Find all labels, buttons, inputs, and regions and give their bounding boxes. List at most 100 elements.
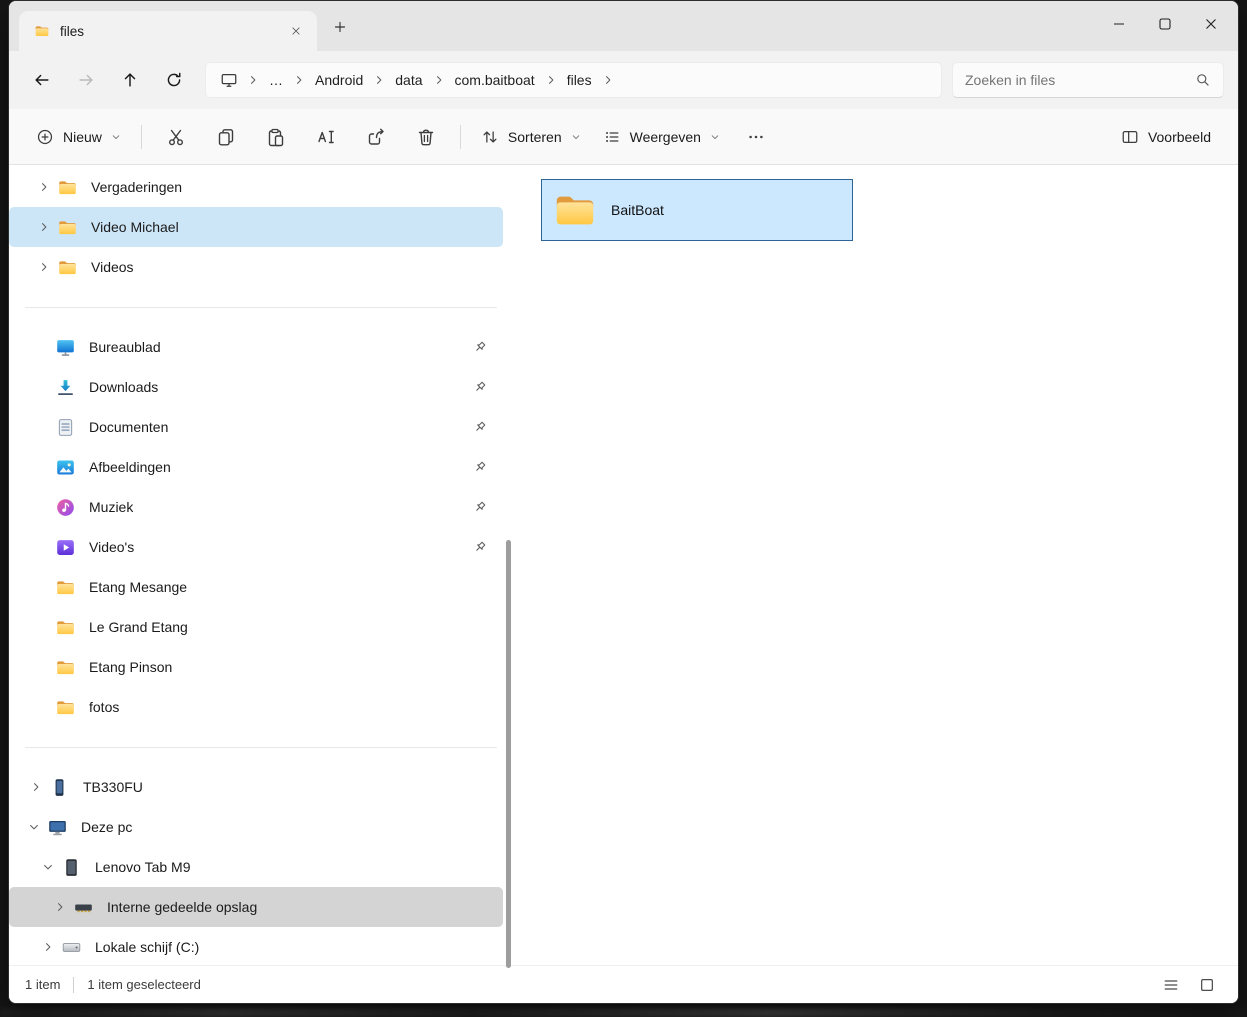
sidebar-item-label: Downloads	[89, 379, 158, 395]
sidebar-item-lokale-schijf-c[interactable]: Lokale schijf (C:)	[9, 927, 503, 965]
trash-icon	[416, 127, 436, 147]
chevron-right-icon[interactable]	[31, 181, 57, 193]
back-button[interactable]	[23, 62, 61, 98]
refresh-button[interactable]	[155, 62, 193, 98]
forward-button[interactable]	[67, 62, 105, 98]
new-button[interactable]: Nieuw	[25, 118, 132, 156]
file-item-baitboat[interactable]: BaitBoat	[541, 179, 853, 241]
sidebar-item-label: Muziek	[89, 499, 133, 515]
sidebar-item-videos[interactable]: Videos	[9, 247, 503, 287]
file-explorer-window: files … Android data com.baitboat files	[8, 0, 1239, 1004]
divider	[73, 977, 74, 993]
breadcrumb-item-data[interactable]: data	[386, 65, 431, 95]
details-view-button[interactable]	[1156, 971, 1186, 999]
sidebar-item-fotos[interactable]: fotos	[9, 687, 503, 727]
pc-icon	[47, 817, 68, 838]
sidebar-item-deze-pc[interactable]: Deze pc	[9, 807, 503, 847]
breadcrumb-item-com-baitboat[interactable]: com.baitboat	[446, 65, 544, 95]
file-list: BaitBoat	[511, 165, 1238, 965]
sidebar-item-label: Videos	[91, 259, 134, 275]
sidebar-item-label: fotos	[89, 699, 119, 715]
search-input[interactable]	[965, 72, 1187, 88]
sidebar-item-etang-pinson[interactable]: Etang Pinson	[9, 647, 503, 687]
tab-close-button[interactable]	[283, 18, 309, 44]
pin-icon	[473, 500, 487, 514]
plus-circle-icon	[36, 128, 54, 146]
sidebar-item-video-michael[interactable]: Video Michael	[9, 207, 503, 247]
sidebar-item-videos-library[interactable]: Video's	[9, 527, 503, 567]
explorer-tab[interactable]: files	[19, 11, 317, 51]
view-button[interactable]: Weergeven	[592, 118, 731, 156]
sidebar-item-label: Interne gedeelde opslag	[107, 899, 257, 915]
sidebar-item-tb330fu[interactable]: TB330FU	[9, 767, 503, 807]
folder-icon	[552, 187, 598, 233]
search-icon	[1195, 72, 1211, 88]
chevron-right-icon[interactable]	[35, 941, 61, 953]
breadcrumb-pc-button[interactable]	[212, 65, 246, 95]
command-bar: Nieuw Sorteren Weergeven Voorbeeld	[9, 109, 1238, 165]
sidebar-scrollbar[interactable]	[506, 540, 511, 968]
sidebar-item-muziek[interactable]: Muziek	[9, 487, 503, 527]
large-icons-view-button[interactable]	[1192, 971, 1222, 999]
paste-button[interactable]	[251, 118, 301, 156]
search-box[interactable]	[952, 62, 1224, 98]
sidebar-item-le-grand-etang[interactable]: Le Grand Etang	[9, 607, 503, 647]
breadcrumb-item-android[interactable]: Android	[306, 65, 372, 95]
sidebar-item-vergaderingen[interactable]: Vergaderingen	[9, 167, 503, 207]
up-button[interactable]	[111, 62, 149, 98]
sort-button[interactable]: Sorteren	[470, 118, 592, 156]
sidebar-item-lenovo-tab-m9[interactable]: Lenovo Tab M9	[9, 847, 503, 887]
rename-icon	[316, 127, 336, 147]
large-icons-view-icon	[1199, 977, 1215, 993]
sidebar-item-label: Lokale schijf (C:)	[95, 939, 199, 955]
chevron-down-icon	[111, 132, 121, 142]
chevron-right-icon[interactable]	[47, 901, 73, 913]
minimize-button[interactable]	[1096, 3, 1142, 45]
chevron-right-icon[interactable]	[23, 781, 49, 793]
back-icon	[33, 71, 51, 89]
sidebar-item-label: Etang Pinson	[89, 659, 172, 675]
chevron-down-icon[interactable]	[35, 861, 61, 873]
refresh-icon	[165, 71, 183, 89]
tab-title: files	[60, 24, 84, 39]
sidebar-item-label: Afbeeldingen	[89, 459, 171, 475]
ellipsis-icon	[747, 128, 765, 146]
navigation-bar: … Android data com.baitboat files	[9, 51, 1238, 109]
breadcrumb-ellipsis[interactable]: …	[260, 65, 292, 95]
sidebar-item-label: Bureaublad	[89, 339, 161, 355]
chevron-right-icon[interactable]	[31, 261, 57, 273]
breadcrumb-item-files[interactable]: files	[558, 65, 601, 95]
preview-button[interactable]: Voorbeeld	[1110, 118, 1222, 156]
main-area: Vergaderingen Video Michael Videos Burea…	[9, 165, 1238, 965]
forward-icon	[77, 71, 95, 89]
folder-icon	[57, 177, 78, 198]
rename-button[interactable]	[301, 118, 351, 156]
divider	[460, 125, 461, 149]
sidebar-item-label: TB330FU	[83, 779, 143, 795]
chevron-right-icon	[247, 74, 259, 86]
delete-button[interactable]	[401, 118, 451, 156]
share-button[interactable]	[351, 118, 401, 156]
monitor-icon	[220, 71, 238, 89]
cut-button[interactable]	[151, 118, 201, 156]
sidebar-item-label: Vergaderingen	[91, 179, 182, 195]
sidebar-item-bureaublad[interactable]: Bureaublad	[9, 327, 503, 367]
maximize-button[interactable]	[1142, 3, 1188, 45]
sidebar-item-downloads[interactable]: Downloads	[9, 367, 503, 407]
copy-button[interactable]	[201, 118, 251, 156]
new-tab-button[interactable]	[323, 10, 357, 44]
up-icon	[121, 71, 139, 89]
more-button[interactable]	[731, 118, 781, 156]
item-count: 1 item	[25, 977, 60, 992]
sidebar-item-etang-mesange[interactable]: Etang Mesange	[9, 567, 503, 607]
sidebar-item-afbeeldingen[interactable]: Afbeeldingen	[9, 447, 503, 487]
chevron-down-icon[interactable]	[21, 821, 47, 833]
copy-icon	[216, 127, 236, 147]
sidebar-item-documenten[interactable]: Documenten	[9, 407, 503, 447]
sidebar-item-interne-gedeelde-opslag[interactable]: Interne gedeelde opslag	[9, 887, 503, 927]
tab-folder-icon	[34, 23, 50, 39]
pin-icon	[473, 380, 487, 394]
chevron-right-icon[interactable]	[31, 221, 57, 233]
details-view-icon	[1163, 977, 1179, 993]
close-button[interactable]	[1188, 3, 1234, 45]
